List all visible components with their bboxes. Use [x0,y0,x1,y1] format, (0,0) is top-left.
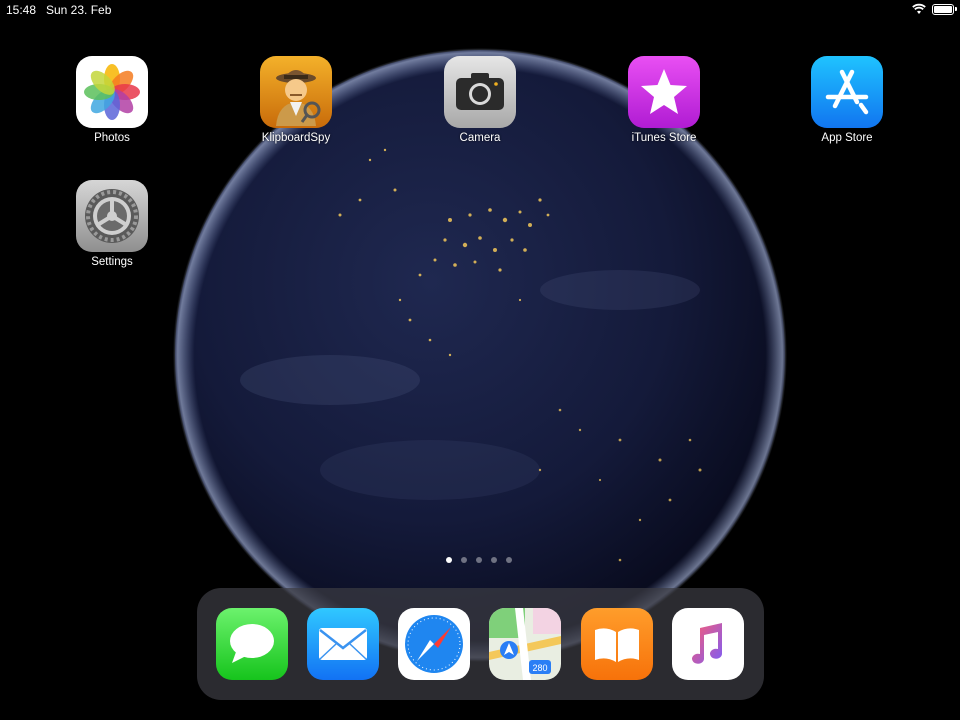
status-date: Sun 23. Feb [46,3,112,17]
music-note-icon [692,623,722,664]
battery-icon [932,4,957,15]
app-label: iTunes Store [631,132,697,144]
gear-icon [76,180,148,252]
app-settings[interactable]: Settings [62,180,162,268]
page-dot [446,557,452,563]
app-label: Settings [91,256,133,268]
page-dot [461,557,467,563]
page-indicator[interactable] [446,557,512,565]
app-label: KlipboardSpy [261,132,331,144]
dock-app-safari[interactable] [398,608,470,680]
dock-app-mail[interactable] [307,608,379,680]
dock-app-music[interactable] [672,608,744,680]
page-dot [491,557,497,563]
app-klipboardspy[interactable]: KlipboardSpy [246,56,346,144]
compass-icon [405,615,463,673]
app-app-store[interactable]: App Store [797,56,897,144]
dock-app-messages[interactable] [216,608,288,680]
detective-icon [260,56,332,128]
book-icon [595,628,639,662]
dock-app-maps[interactable]: 280 [489,608,561,680]
mail-icon [319,628,367,660]
status-time: 15:48 [6,3,37,17]
dock-app-books[interactable] [581,608,653,680]
page-dot [476,557,482,563]
app-store-icon [811,56,883,128]
page-dot [506,557,512,563]
messages-icon [230,624,274,663]
maps-icon: 280 [489,608,561,680]
app-label: Photos [94,132,130,144]
app-camera[interactable]: Camera [430,56,530,144]
app-label: Camera [459,132,501,144]
app-label: App Store [821,132,873,144]
camera-icon [444,56,516,128]
app-itunes-store[interactable]: iTunes Store [614,56,714,144]
star-icon [628,56,700,128]
svg-text:280: 280 [532,663,547,673]
app-photos[interactable]: Photos [62,56,162,144]
status-bar: 15:48 Sun 23. Feb [0,0,960,20]
wifi-icon [912,3,926,14]
photos-icon [76,56,148,128]
dock: 280 [197,588,764,700]
